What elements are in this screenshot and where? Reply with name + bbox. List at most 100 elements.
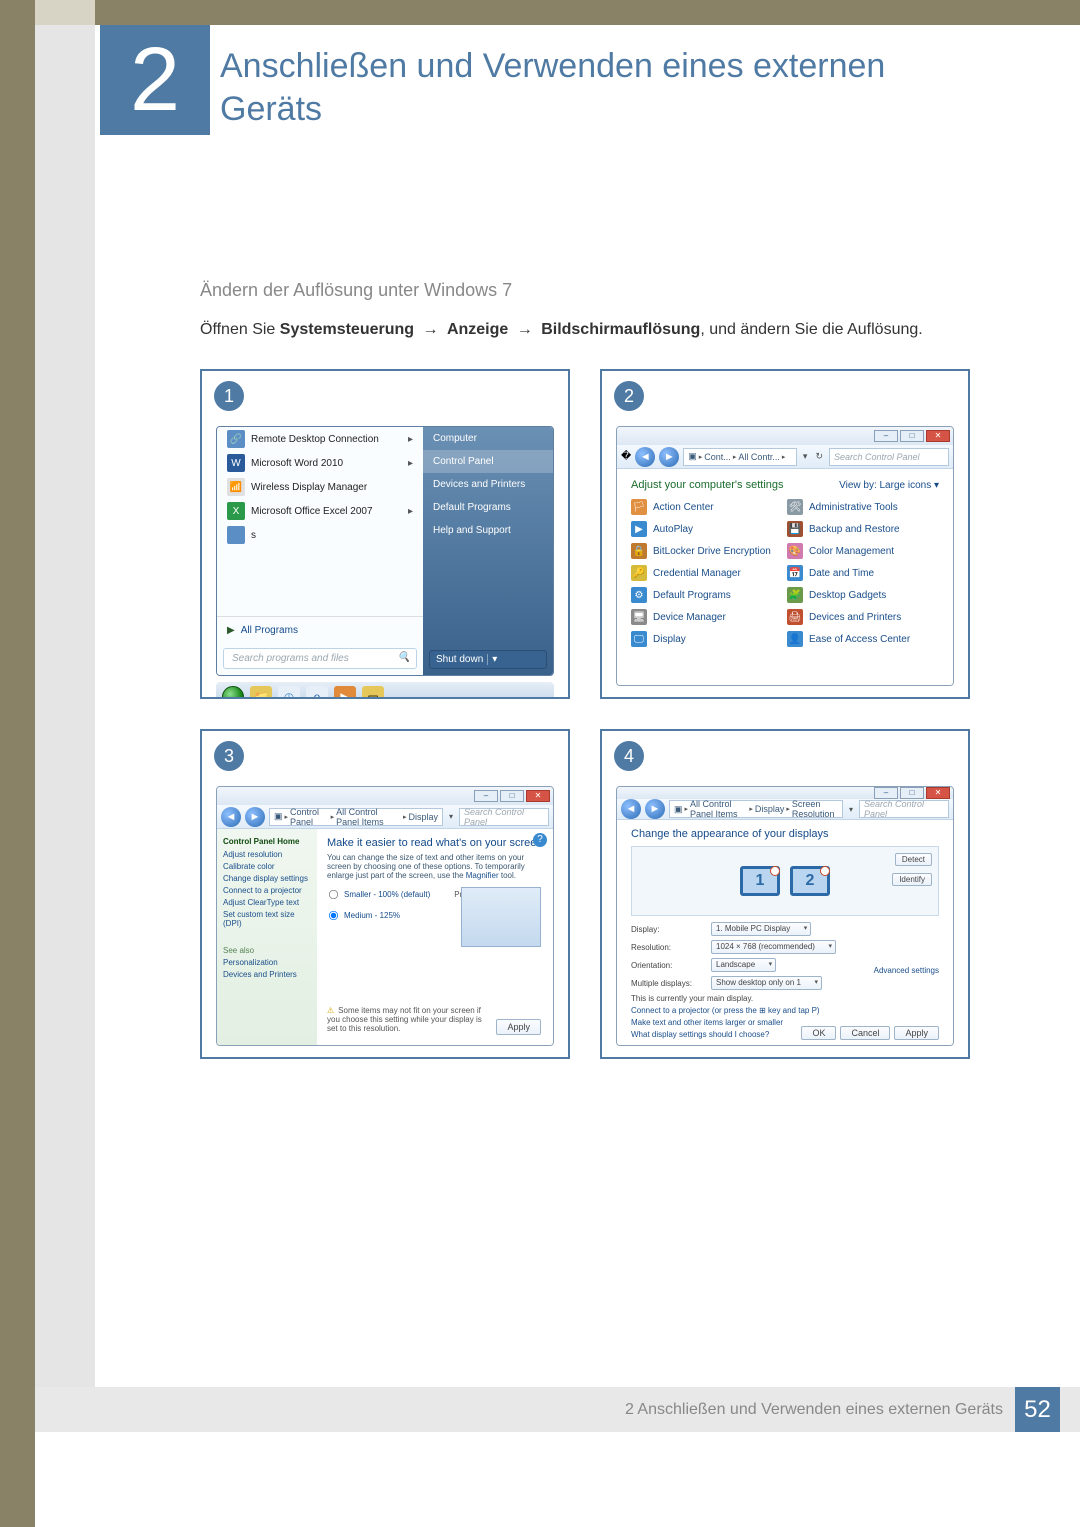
sidebar-link[interactable]: Personalization [223,958,311,967]
cancel-button[interactable]: Cancel [840,1026,890,1040]
chevron-down-icon: ▾ [487,654,497,665]
start-menu-item[interactable]: s [217,523,423,547]
close-button[interactable]: ✕ [926,787,950,799]
apply-button[interactable]: Apply [894,1026,939,1040]
crumb[interactable]: All Control Panel Items [690,799,747,819]
start-right-item[interactable]: Help and Support [423,519,553,542]
folder-icon[interactable]: ▭ [362,686,384,699]
control-panel-item[interactable]: 🔑Credential Manager [631,565,783,581]
display-select[interactable]: 1. Mobile PC Display [711,922,811,936]
multiple-displays-select[interactable]: Show desktop only on 1 [711,976,822,990]
control-panel-item[interactable]: 🖥Device Manager [631,609,783,625]
maximize-button[interactable]: □ [900,430,924,442]
app-icon[interactable]: ◷ [278,686,300,699]
control-panel-item[interactable]: 🖵Display [631,631,783,647]
control-panel-item[interactable]: 📅Date and Time [787,565,939,581]
start-right-item[interactable]: Devices and Printers [423,473,553,496]
body-text: Öffnen Sie Systemsteuerung → Anzeige → B… [200,321,970,339]
identify-button[interactable]: Identify [892,873,932,886]
control-panel-item[interactable]: 🎨Color Management [787,543,939,559]
search-input[interactable]: Search Control Panel [459,808,549,826]
resolution-label: Resolution: [631,943,711,952]
start-right-item[interactable]: Default Programs [423,496,553,519]
detect-button[interactable]: Detect [895,853,932,866]
cp-item-label: Display [653,634,686,645]
address-bar[interactable]: ▣▸ Control Panel▸ All Control Panel Item… [269,808,443,826]
start-orb-icon[interactable] [222,686,244,699]
start-menu-item[interactable]: 🔗Remote Desktop Connection▸ [217,427,423,451]
crumb[interactable]: All Control Panel Items [336,807,401,827]
maximize-button[interactable]: □ [500,790,524,802]
crumb[interactable]: Control Panel [290,807,329,827]
crumb[interactable]: Display [755,804,785,814]
sidebar: Control Panel Home Adjust resolutionCali… [217,829,317,1045]
crumb[interactable]: Cont... [704,452,731,462]
forward-button[interactable]: ► [645,799,665,819]
close-button[interactable]: ✕ [926,430,950,442]
sidebar-link[interactable]: Connect to a projector [223,886,311,895]
control-panel-item[interactable]: 🔒BitLocker Drive Encryption [631,543,783,559]
ok-button[interactable]: OK [801,1026,836,1040]
control-panel-item[interactable]: ⚙Default Programs [631,587,783,603]
sidebar-link[interactable]: Adjust resolution [223,850,311,859]
start-menu-item[interactable]: WMicrosoft Word 2010▸ [217,451,423,475]
media-icon[interactable]: ▶ [334,686,356,699]
monitor-2-icon[interactable]: 2 [790,866,830,896]
back-button[interactable]: ◄ [635,447,655,467]
minimize-button[interactable]: – [474,790,498,802]
explorer-icon[interactable]: 📁 [250,686,272,699]
apply-button[interactable]: Apply [496,1019,541,1035]
sidebar-link[interactable]: Set custom text size (DPI) [223,910,311,928]
search-input[interactable]: Search Control Panel [859,800,949,818]
control-panel-item[interactable]: 👤Ease of Access Center [787,631,939,647]
adjust-settings-label: Adjust your computer's settings [631,479,784,491]
control-panel-item[interactable]: 💾Backup and Restore [787,521,939,537]
forward-button[interactable]: ► [245,807,265,827]
minimize-button[interactable]: – [874,787,898,799]
projector-link[interactable]: Connect to a projector (or press the ⊞ k… [631,1006,939,1015]
app-icon [227,526,245,544]
maximize-button[interactable]: □ [900,787,924,799]
crumb[interactable]: All Contr... [738,452,780,462]
radio-icon[interactable] [329,890,338,899]
sidebar-link[interactable]: Change display settings [223,874,311,883]
address-bar[interactable]: ▣▸ All Control Panel Items▸ Display▸ Scr… [669,800,843,818]
back-button[interactable]: ◄ [621,799,641,819]
forward-button[interactable]: ► [659,447,679,467]
control-panel-item[interactable]: 🛠Administrative Tools [787,499,939,515]
search-input[interactable]: Search Control Panel [829,448,949,466]
start-right-item[interactable]: Control Panel [423,450,553,473]
sidebar-link[interactable]: Adjust ClearType text [223,898,311,907]
start-right-item[interactable]: Computer [423,427,553,450]
magnifier-link[interactable]: Magnifier [466,871,499,880]
close-button[interactable]: ✕ [526,790,550,802]
back-button[interactable]: ◄ [221,807,241,827]
crumb[interactable]: Display [408,812,438,822]
control-panel-window: – □ ✕ � ◄ ► ▣ ▸ Cont... ▸ All Contr... [616,426,954,686]
control-panel-item[interactable]: 🧩Desktop Gadgets [787,587,939,603]
minimize-button[interactable]: – [874,430,898,442]
view-by-select[interactable]: View by: Large icons ▾ [839,480,939,491]
help-icon[interactable]: ? [533,833,547,847]
ie-icon[interactable]: e [306,686,328,699]
sidebar-link[interactable]: Calibrate color [223,862,311,871]
start-menu-item[interactable]: XMicrosoft Office Excel 2007▸ [217,499,423,523]
shutdown-button[interactable]: Shut down▾ [429,650,547,669]
resolution-select[interactable]: 1024 × 768 (recommended) [711,940,836,954]
radio-icon[interactable] [329,911,338,920]
orientation-select[interactable]: Landscape [711,958,776,972]
all-programs[interactable]: ▶ All Programs [217,619,423,642]
start-menu-item[interactable]: 📶Wireless Display Manager [217,475,423,499]
search-input[interactable]: Search programs and files 🔍 [223,648,417,669]
window-titlebar: – □ ✕ [617,787,953,799]
advanced-settings-link[interactable]: Advanced settings [874,966,939,975]
address-bar[interactable]: ▣ ▸ Cont... ▸ All Contr... ▸ [683,448,797,466]
cp-icon: 🖨 [787,609,803,625]
control-panel-item[interactable]: 🏳Action Center [631,499,783,515]
sidebar-link[interactable]: Devices and Printers [223,970,311,979]
start-menu-right: ComputerControl PanelDevices and Printer… [423,427,553,675]
monitor-1-icon[interactable]: 1 [740,866,780,896]
crumb[interactable]: Screen Resolution [792,799,838,819]
control-panel-item[interactable]: ▶AutoPlay [631,521,783,537]
control-panel-item[interactable]: 🖨Devices and Printers [787,609,939,625]
